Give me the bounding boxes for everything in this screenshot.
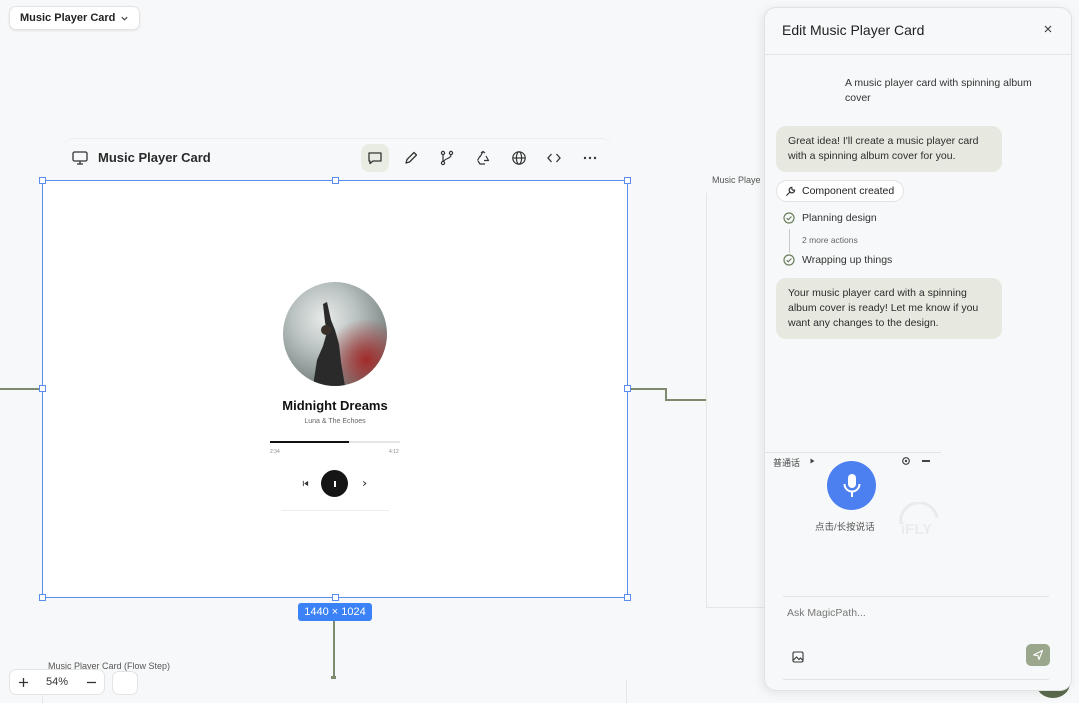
- plus-icon: [18, 677, 29, 688]
- artist-name: Luna & The Echoes: [304, 418, 366, 425]
- progress-fill: [270, 441, 350, 443]
- voice-hint: 点击/长按说话: [815, 522, 875, 533]
- zoom-in-button[interactable]: [10, 670, 36, 694]
- adjacent-frame[interactable]: [706, 193, 764, 608]
- next-button[interactable]: [361, 480, 368, 487]
- frame-title: Music Player Card: [98, 150, 211, 165]
- zoom-out-button[interactable]: [78, 670, 104, 694]
- ifly-logo: iFLY: [897, 502, 941, 538]
- image-icon: [792, 651, 804, 663]
- step-wrapping: Wrapping up things: [783, 254, 892, 266]
- globe-button[interactable]: [505, 144, 533, 172]
- gear-icon[interactable]: [901, 456, 911, 466]
- minimize-icon[interactable]: [922, 460, 930, 462]
- close-button[interactable]: [1043, 24, 1053, 34]
- current-time: 2:34: [270, 449, 280, 455]
- pause-button[interactable]: [321, 470, 348, 497]
- connector-left: [0, 388, 42, 390]
- resize-handle[interactable]: [332, 594, 339, 601]
- check-circle-icon: [783, 212, 795, 224]
- microphone-icon: [842, 473, 862, 499]
- connector-right-h1: [628, 388, 666, 390]
- resize-handle[interactable]: [39, 177, 46, 184]
- zoom-controls: 54%: [9, 669, 105, 695]
- resize-handle[interactable]: [624, 594, 631, 601]
- card-divider: [281, 510, 389, 511]
- caret-right-icon: [810, 458, 815, 464]
- recycle-button[interactable]: [469, 144, 497, 172]
- panel-divider: [765, 54, 1071, 55]
- edit-panel: Edit Music Player Card A music player ca…: [764, 7, 1072, 691]
- image-upload-button[interactable]: [792, 651, 804, 663]
- total-time: 4:12: [389, 449, 399, 455]
- song-title: Midnight Dreams: [282, 398, 388, 413]
- code-icon: [546, 150, 562, 166]
- selected-frame[interactable]: [39, 177, 631, 601]
- chat-button[interactable]: [361, 144, 389, 172]
- flow-step-frame-edge: [626, 680, 627, 703]
- step-connector: [789, 229, 790, 253]
- panel-title: Edit Music Player Card: [782, 22, 925, 38]
- chevron-down-icon: [120, 14, 129, 23]
- project-selector[interactable]: Music Player Card: [9, 6, 140, 30]
- more-button[interactable]: [576, 144, 604, 172]
- chip-label: Component created: [802, 185, 895, 197]
- resize-handle[interactable]: [624, 177, 631, 184]
- assistant-message: Great idea! I'll create a music player c…: [776, 126, 1002, 172]
- voice-language-select[interactable]: 普通话: [773, 456, 800, 469]
- check-circle-icon: [783, 254, 795, 266]
- connector-bottom: [333, 621, 335, 678]
- message-input[interactable]: Ask MagicPath...: [787, 607, 866, 619]
- frame-size-badge: 1440 × 1024: [298, 603, 372, 621]
- adjacent-frame-label: Music Playe: [712, 175, 761, 185]
- globe-icon: [511, 150, 527, 166]
- pencil-icon: [403, 150, 419, 166]
- frame-toolbar: Music Player Card: [64, 138, 612, 176]
- chat-icon: [367, 150, 383, 166]
- svg-text:iFLY: iFLY: [901, 521, 932, 538]
- project-name: Music Player Card: [20, 12, 116, 24]
- branch-icon: [439, 150, 455, 166]
- zoom-level[interactable]: 54%: [36, 676, 78, 688]
- pause-icon: [332, 480, 338, 488]
- more-icon: [582, 150, 598, 166]
- step-planning: Planning design: [783, 212, 877, 224]
- chevron-right-icon: [361, 480, 368, 487]
- connector-bottom-dot: [331, 676, 336, 679]
- resize-handle[interactable]: [39, 594, 46, 601]
- step-label: Wrapping up things: [802, 254, 893, 266]
- previous-button[interactable]: [302, 480, 309, 487]
- send-icon: [1032, 649, 1044, 661]
- microphone-button[interactable]: [827, 461, 876, 510]
- resize-handle[interactable]: [624, 385, 631, 392]
- code-button[interactable]: [540, 144, 568, 172]
- resize-handle[interactable]: [39, 385, 46, 392]
- connector-right-h2: [665, 399, 706, 401]
- hand-tool-button[interactable]: [112, 671, 138, 695]
- branch-button[interactable]: [433, 144, 461, 172]
- close-icon: [1044, 25, 1052, 33]
- more-actions-link[interactable]: 2 more actions: [802, 235, 858, 245]
- send-button[interactable]: [1026, 644, 1050, 666]
- step-label: Planning design: [802, 212, 877, 224]
- assistant-message: Your music player card with a spinning a…: [776, 278, 1002, 339]
- wrench-icon: [785, 186, 796, 197]
- recycle-icon: [475, 150, 491, 166]
- message-input-area: Ask MagicPath...: [783, 596, 1050, 680]
- voice-widget-divider: [765, 452, 941, 453]
- monitor-icon: [72, 151, 88, 165]
- component-created-chip[interactable]: Component created: [776, 180, 905, 202]
- user-message: A music player card with spinning album …: [845, 77, 1032, 104]
- skip-back-icon: [302, 480, 309, 487]
- resize-handle[interactable]: [332, 177, 339, 184]
- edit-button[interactable]: [397, 144, 425, 172]
- album-cover: [283, 282, 387, 386]
- minus-icon: [86, 677, 97, 688]
